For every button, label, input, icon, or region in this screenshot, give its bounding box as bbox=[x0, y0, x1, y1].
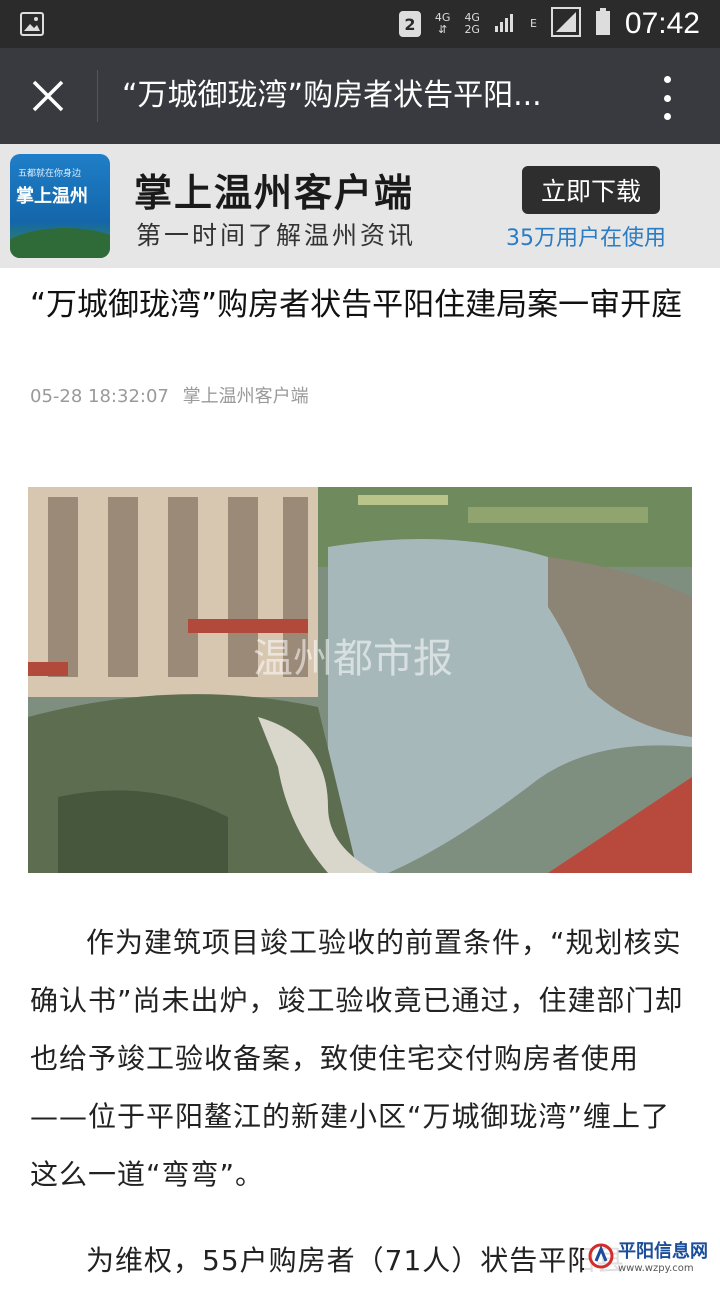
close-button[interactable] bbox=[22, 72, 74, 120]
more-dot-icon bbox=[664, 76, 671, 83]
gallery-notification-icon bbox=[20, 12, 44, 40]
banner-title: 掌上温州客户端 bbox=[134, 162, 414, 217]
download-button[interactable]: 立即下载 bbox=[522, 166, 660, 214]
network-type-c: E bbox=[530, 18, 537, 30]
site-logo-icon bbox=[588, 1243, 614, 1269]
site-watermark: 平阳信息网 www.wzpy.com bbox=[584, 1235, 712, 1276]
users-count-note: 35万用户在使用 bbox=[506, 220, 666, 252]
signal-strength-icon bbox=[551, 7, 581, 41]
status-bar: 2 4G ⇵ 4G 2G E bbox=[0, 0, 720, 48]
title-bar: “万城御珑湾”购房者状告平阳... bbox=[0, 48, 720, 144]
article-paragraph: 作为建筑项目竣工验收的前置条件，“规划核实确认书”尚未出炉，竣工验收竟已通过，住… bbox=[30, 914, 692, 1204]
clock: 07:42 bbox=[625, 7, 700, 41]
article-date: 05-28 18:32:07 bbox=[30, 386, 169, 407]
sim-slot-badge: 2 bbox=[399, 11, 421, 37]
article-title: “万城御珑湾”购房者状告平阳住建局案一审开庭 bbox=[30, 282, 690, 328]
network-type-b: 4G 2G bbox=[464, 12, 480, 36]
network-type-a: 4G ⇵ bbox=[435, 12, 451, 36]
page-title: “万城御珑湾”购房者状告平阳... bbox=[122, 76, 622, 116]
more-dot-icon bbox=[664, 95, 671, 102]
more-options-button[interactable] bbox=[652, 76, 682, 120]
banner-subtitle: 第一时间了解温州资讯 bbox=[136, 216, 416, 252]
title-divider bbox=[97, 70, 98, 122]
article-photo: 温州都市报 bbox=[28, 487, 692, 873]
photo-watermark: 温州都市报 bbox=[253, 636, 453, 682]
close-icon bbox=[31, 79, 65, 113]
more-dot-icon bbox=[664, 113, 671, 120]
app-logo: 五都就在你身边 掌上温州 bbox=[10, 154, 110, 258]
article-meta: 05-28 18:32:07 掌上温州客户端 bbox=[30, 382, 309, 408]
signal-icon bbox=[494, 11, 516, 37]
article-source[interactable]: 掌上温州客户端 bbox=[183, 386, 309, 407]
battery-icon bbox=[595, 8, 611, 40]
